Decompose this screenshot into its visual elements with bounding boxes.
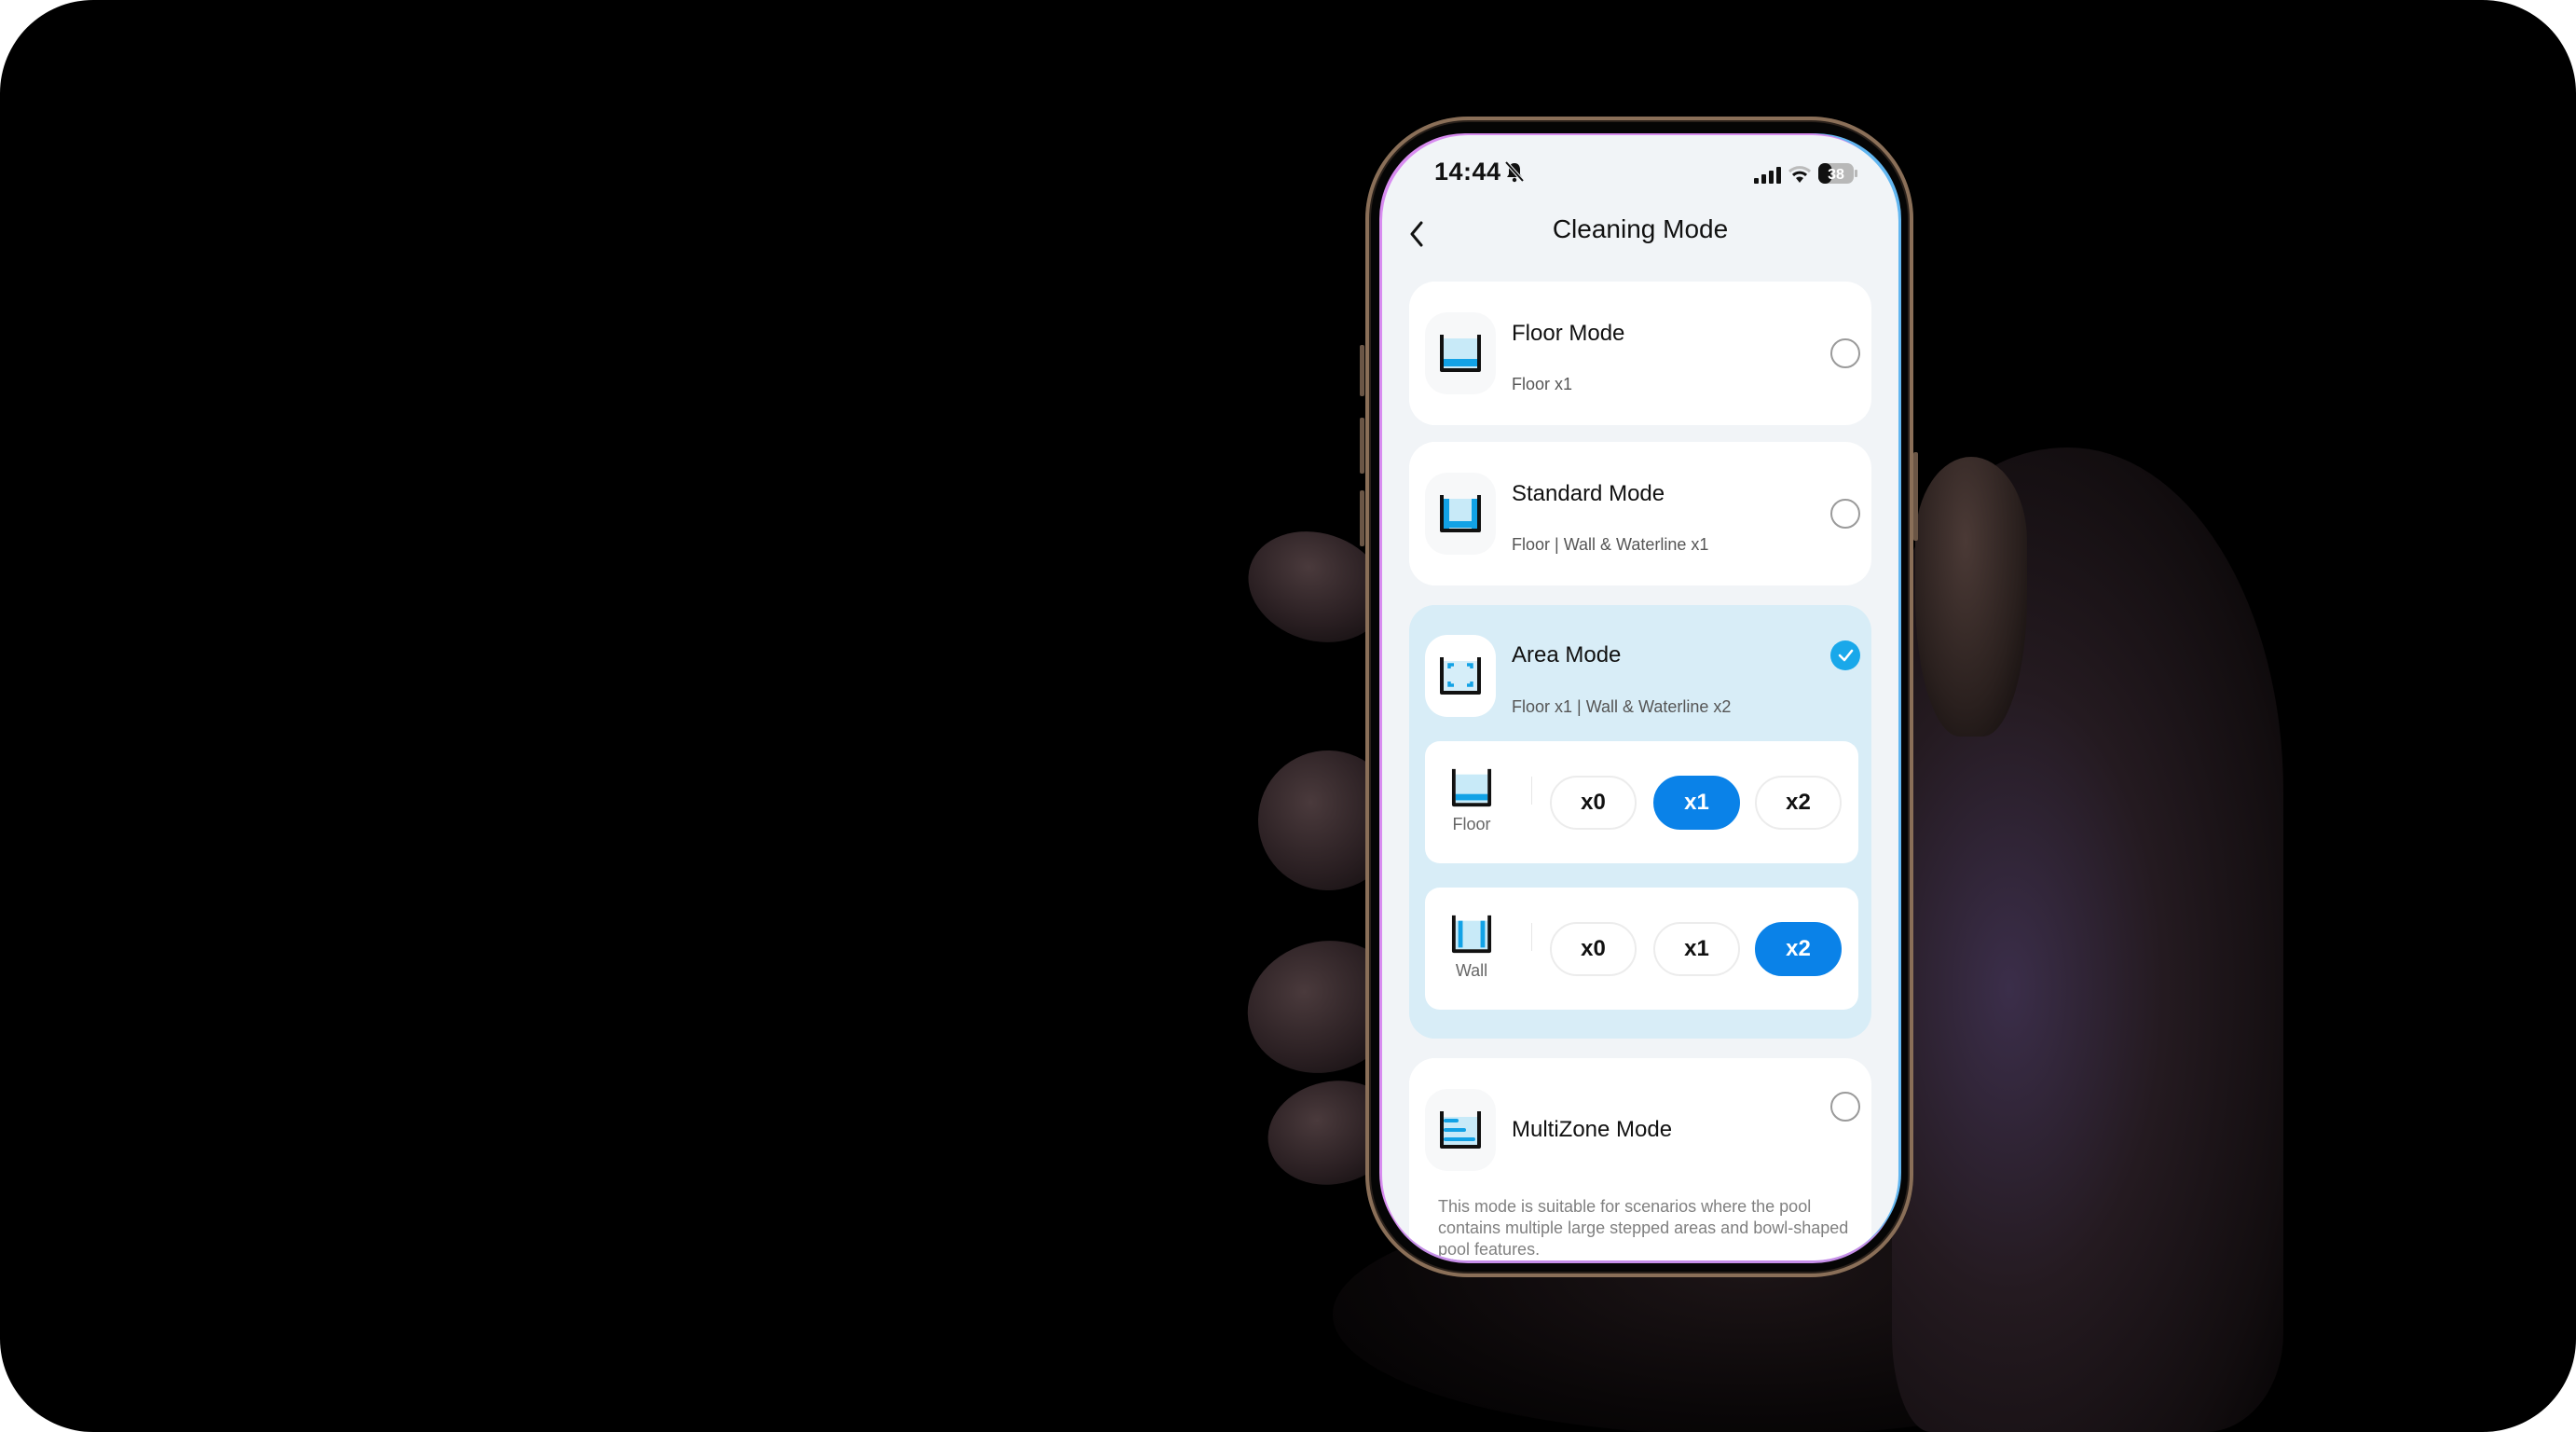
phone-volume-down-button bbox=[1360, 490, 1364, 546]
pool-standard-icon bbox=[1440, 495, 1481, 532]
setting-label: Wall bbox=[1455, 961, 1488, 980]
setting-label: Floor bbox=[1452, 815, 1491, 833]
mode-radio-floor[interactable] bbox=[1830, 338, 1860, 368]
mode-icon-box bbox=[1425, 312, 1496, 394]
checkmark-icon bbox=[1838, 649, 1854, 662]
divider bbox=[1531, 777, 1532, 805]
setting-row-floor: Floor x0 x1 x2 bbox=[1425, 741, 1858, 863]
divider bbox=[1531, 923, 1532, 951]
mode-subtitle: Floor x1 bbox=[1512, 375, 1573, 393]
phone-action-button bbox=[1360, 345, 1364, 396]
mode-subtitle: Floor | Wall & Waterline x1 bbox=[1512, 535, 1709, 554]
promo-background: 14:44 38 Cleaning Mode Floor Mode Floor … bbox=[0, 0, 2576, 1432]
mode-radio-multizone[interactable] bbox=[1830, 1092, 1860, 1122]
battery-icon: 38 bbox=[1818, 163, 1857, 184]
hand-thumb bbox=[1915, 457, 2027, 737]
wifi-icon bbox=[1788, 166, 1811, 183]
mode-card-multizone[interactable]: MultiZone Mode This mode is suitable for… bbox=[1409, 1058, 1871, 1260]
phone-screen: 14:44 38 Cleaning Mode Floor Mode Floor … bbox=[1382, 135, 1898, 1260]
phone-volume-up-button bbox=[1360, 418, 1364, 474]
wall-option-x1[interactable]: x1 bbox=[1653, 922, 1740, 976]
bell-slash-icon bbox=[1504, 160, 1525, 183]
pool-floor-icon bbox=[1440, 335, 1481, 372]
mode-icon-box bbox=[1425, 1089, 1496, 1171]
floor-option-x2[interactable]: x2 bbox=[1755, 776, 1842, 830]
mode-title: Area Mode bbox=[1512, 642, 1622, 668]
pool-floor-icon bbox=[1451, 768, 1492, 807]
floor-option-x1[interactable]: x1 bbox=[1653, 776, 1740, 830]
mode-description: This mode is suitable for scenarios wher… bbox=[1438, 1197, 1849, 1259]
pool-area-icon bbox=[1440, 657, 1481, 695]
setting-row-wall: Wall x0 x1 x2 bbox=[1425, 888, 1858, 1010]
wall-option-x0[interactable]: x0 bbox=[1550, 922, 1637, 976]
cellular-signal-icon bbox=[1754, 167, 1781, 184]
mode-subtitle: Floor x1 | Wall & Waterline x2 bbox=[1512, 697, 1732, 716]
mode-radio-standard[interactable] bbox=[1830, 499, 1860, 529]
mode-title: MultiZone Mode bbox=[1512, 1117, 1673, 1142]
pool-multizone-icon bbox=[1440, 1111, 1481, 1149]
mode-title: Floor Mode bbox=[1512, 321, 1625, 346]
phone-power-button bbox=[1913, 452, 1918, 541]
battery-percent: 38 bbox=[1828, 167, 1844, 183]
floor-option-x0[interactable]: x0 bbox=[1550, 776, 1637, 830]
mode-card-floor[interactable]: Floor Mode Floor x1 bbox=[1409, 282, 1871, 425]
mode-card-area[interactable]: Area Mode Floor x1 | Wall & Waterline x2… bbox=[1409, 605, 1871, 1039]
mode-title: Standard Mode bbox=[1512, 481, 1665, 506]
mode-card-standard[interactable]: Standard Mode Floor | Wall & Waterline x… bbox=[1409, 442, 1871, 585]
mode-radio-area[interactable] bbox=[1830, 640, 1860, 670]
status-time: 14:44 bbox=[1434, 158, 1501, 186]
pool-wall-icon bbox=[1451, 915, 1492, 954]
page-title: Cleaning Mode bbox=[1552, 214, 1729, 243]
mode-icon-box bbox=[1425, 473, 1496, 555]
mode-icon-box bbox=[1425, 635, 1496, 717]
wall-option-x2[interactable]: x2 bbox=[1755, 922, 1842, 976]
